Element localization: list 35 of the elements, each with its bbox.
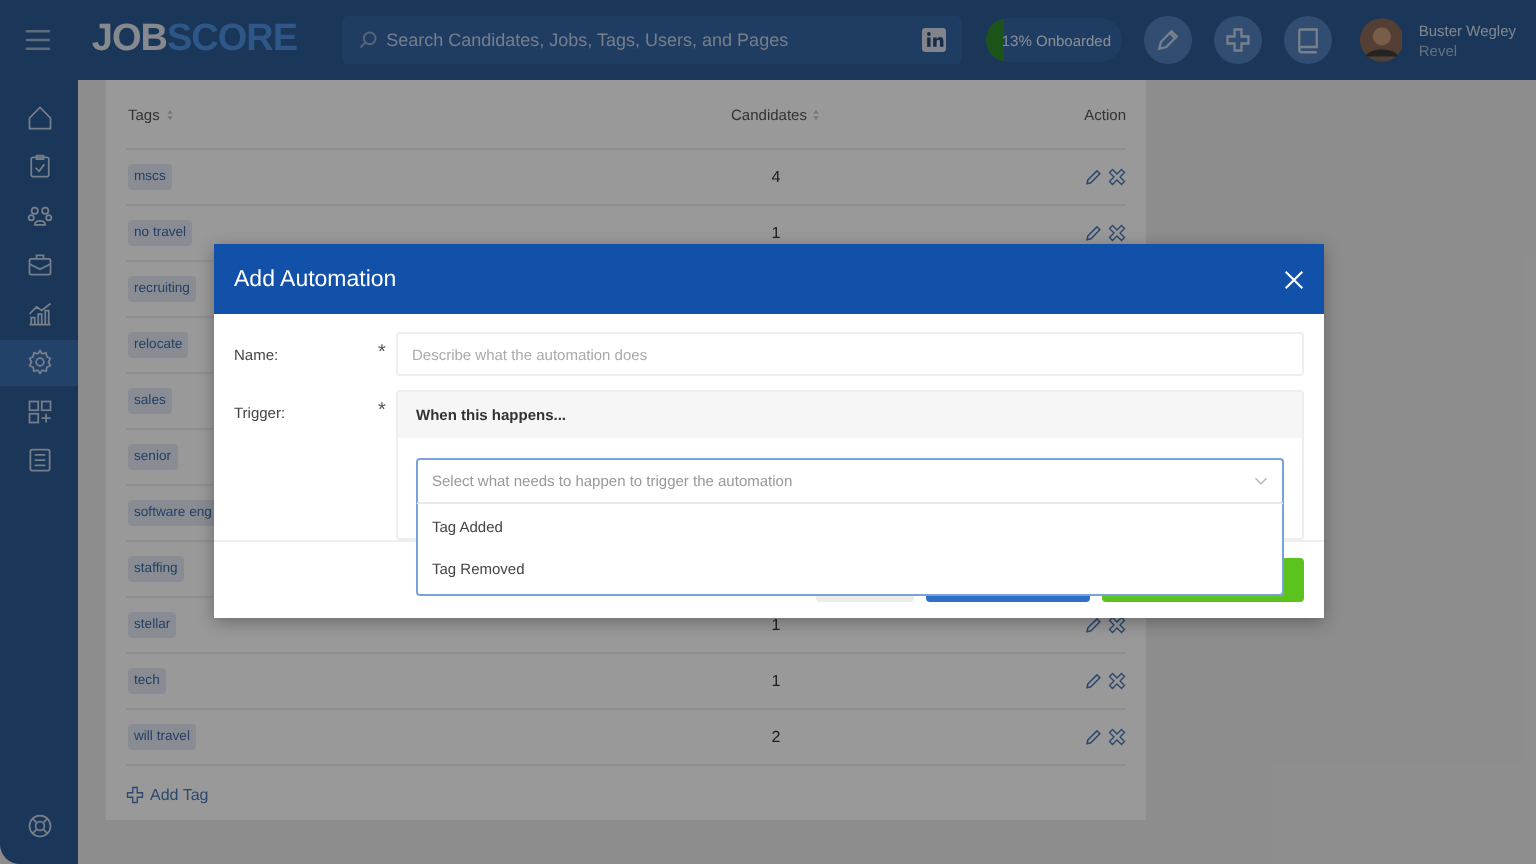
pen-button[interactable]: [1143, 16, 1192, 64]
life-ring-icon: [25, 811, 53, 839]
add-button[interactable]: [1213, 16, 1262, 64]
search-icon: [358, 30, 379, 50]
close-icon[interactable]: [1284, 269, 1304, 289]
clipboard-icon: [25, 152, 53, 180]
home-icon: [25, 103, 53, 131]
chevron-icon: [1254, 476, 1268, 486]
book-icon: [1293, 26, 1322, 54]
candidate-count: 1: [771, 672, 781, 690]
candidate-count: 1: [771, 224, 781, 242]
search-field[interactable]: Search Candidates, Jobs, Tags, Users, and Pages: [342, 16, 962, 64]
candidate-count: 1: [771, 616, 781, 634]
paw-icon: [25, 201, 53, 229]
linkedin-icon[interactable]: [921, 28, 946, 52]
required-mark: *: [378, 340, 388, 364]
candidate-count: 4: [771, 168, 781, 186]
sidebar-item[interactable]: [0, 339, 78, 385]
plus-icon: [126, 785, 144, 803]
avatar[interactable]: [1359, 18, 1403, 62]
list-icon: [25, 446, 53, 474]
gear-icon: [25, 348, 53, 376]
menu-icon[interactable]: [24, 28, 52, 52]
pen-icon: [1153, 26, 1182, 54]
add-tag-link[interactable]: Add Tag: [126, 785, 209, 803]
book-button[interactable]: [1283, 16, 1332, 64]
required-mark: *: [378, 398, 388, 422]
chart-icon: [25, 299, 53, 327]
edit-icon[interactable]: [1084, 616, 1102, 634]
briefcase-icon: [25, 250, 53, 278]
delete-icon[interactable]: [1108, 616, 1126, 634]
modal-title: Add Automation: [234, 267, 397, 291]
candidate-count: 2: [771, 728, 781, 746]
plus-icon: [1223, 26, 1252, 54]
grid-icon: [25, 397, 53, 425]
